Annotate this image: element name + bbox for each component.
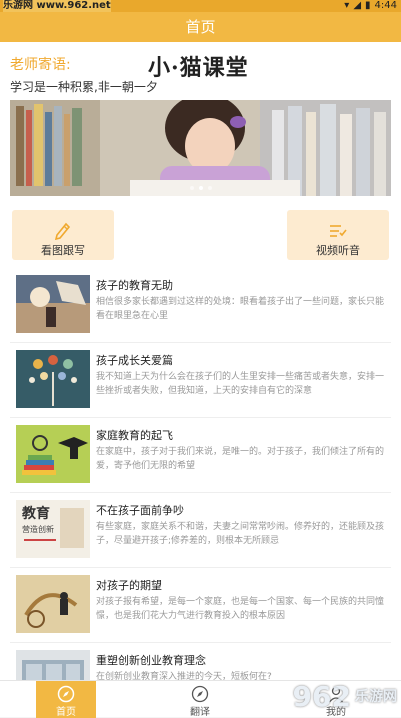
thumbnail-book-subtitle: 营造创新 — [22, 524, 54, 534]
article-thumbnail — [16, 350, 90, 408]
article-description: 相信很多家长都遇到过这样的处境：眼看着孩子出了一些问题，家长只能看在眼里急在心里 — [96, 297, 384, 321]
article-title: 不在孩子面前争吵 — [96, 504, 184, 517]
carousel-dots — [10, 186, 391, 190]
article-thumbnail — [16, 575, 90, 633]
tab-label: 首页 — [56, 707, 76, 718]
watermark-text: 乐游网 www.962.net — [3, 0, 111, 12]
status-icons: ▾ ◢ ▮ 4:44 — [344, 0, 397, 12]
checklist-icon — [330, 225, 347, 237]
quick-action-video-listening[interactable]: 视频听音 — [287, 210, 389, 260]
quick-action-picture-writing[interactable]: 看图跟写 — [12, 210, 114, 260]
bottom-tab-bar: 首页 翻译 我的 962 乐游网 — [0, 680, 401, 718]
status-time: 4:44 — [374, 0, 397, 11]
status-bar: 乐游网 www.962.net ▾ ◢ ▮ 4:44 — [0, 0, 401, 12]
article-title: 对孩子的期望 — [96, 579, 162, 592]
article-thumbnail — [16, 425, 90, 483]
list-item[interactable]: 教育 营造创新 不在孩子面前争吵 有些家庭，家庭关系不和谐，夫妻之间常常吵闹。修… — [10, 493, 391, 568]
quick-action-label: 视频听音 — [316, 244, 360, 257]
article-title: 孩子的教育无助 — [96, 279, 173, 292]
signal-icon: ◢ — [353, 0, 362, 11]
article-description: 我不知道上天为什么会在孩子们的人生里安排一些痛苦或者失意，安排一些挫折或者失败，… — [96, 372, 384, 396]
list-item[interactable]: 对孩子的期望 对孩子报有希望，是每一个家庭，也是每一个国家、每一个民族的共同憧憬… — [10, 568, 391, 643]
pencil-icon — [54, 222, 71, 240]
list-item[interactable]: 家庭教育的起飞 在家庭中，孩子对于我们来说，是唯一的。对于孩子，我们倾注了所有的… — [10, 418, 391, 493]
article-description: 在创新创业教育深入推进的今天，短板何在? — [96, 672, 272, 680]
list-item[interactable]: 重塑创新创业教育理念 在创新创业教育深入推进的今天，短板何在? — [10, 643, 391, 680]
quick-action-label: 看图跟写 — [41, 244, 85, 257]
carousel-dot[interactable] — [189, 186, 194, 190]
battery-icon: ▮ — [365, 0, 371, 11]
article-title: 孩子成长关爱篇 — [96, 354, 173, 367]
tab-label: 翻译 — [190, 707, 210, 718]
banner-image — [10, 100, 391, 196]
watermark-number: 962 — [292, 680, 351, 713]
article-title: 家庭教育的起飞 — [96, 429, 173, 442]
article-description: 对孩子报有希望，是每一个家庭，也是每一个国家、每一个民族的共同憧憬，也是我们花大… — [96, 597, 384, 621]
article-title: 重塑创新创业教育理念 — [96, 654, 206, 667]
watermark-label: 乐游网 — [355, 688, 397, 705]
brand-logo: 小·猫课堂 — [148, 55, 249, 81]
article-thumbnail — [16, 275, 90, 333]
carousel-dot[interactable] — [198, 186, 203, 190]
compass-icon — [57, 685, 75, 703]
motto-label: 老师寄语: — [10, 57, 71, 73]
carousel-dot[interactable] — [207, 186, 212, 190]
tab-translate[interactable]: 翻译 — [170, 681, 230, 718]
compass-icon — [191, 685, 209, 703]
wifi-icon: ▾ — [344, 0, 350, 11]
page-title: 首页 — [0, 12, 401, 42]
watermark-badge: 962 乐游网 — [293, 680, 397, 713]
list-item[interactable]: 孩子的教育无助 相信很多家长都遇到过这样的处境：眼看着孩子出了一些问题，家长只能… — [10, 268, 391, 343]
article-description: 有些家庭，家庭关系不和谐，夫妻之间常常吵闹。修养好的，还能顾及孩子，尽量避开孩子… — [96, 522, 384, 546]
motto-text: 学习是一种积累,非一朝一夕 — [10, 80, 158, 94]
article-description: 在家庭中，孩子对于我们来说，是唯一的。对于孩子，我们倾注了所有的爱，寄予他们无限… — [96, 447, 384, 471]
article-thumbnail: 教育 营造创新 — [16, 500, 90, 558]
tab-home[interactable]: 首页 — [36, 681, 96, 718]
home-page: 老师寄语: 小·猫课堂 学习是一种积累,非一朝一夕 看图跟写 视频听音 孩子的教… — [0, 42, 401, 680]
thumbnail-book-title: 教育 — [22, 505, 50, 522]
article-thumbnail — [16, 650, 90, 680]
banner-carousel[interactable] — [10, 100, 391, 196]
list-item[interactable]: 孩子成长关爱篇 我不知道上天为什么会在孩子们的人生里安排一些痛苦或者失意，安排一… — [10, 343, 391, 418]
article-list: 孩子的教育无助 相信很多家长都遇到过这样的处境：眼看着孩子出了一些问题，家长只能… — [10, 268, 391, 680]
